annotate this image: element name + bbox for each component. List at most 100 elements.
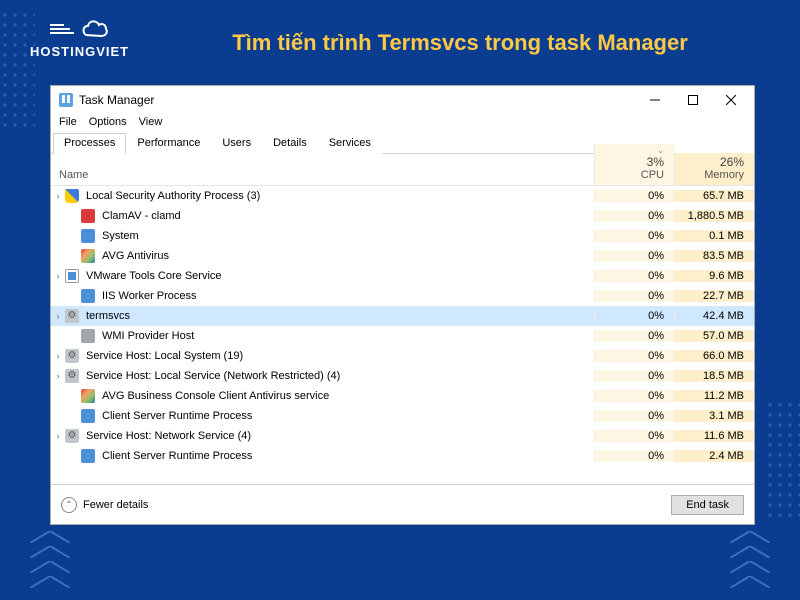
process-memory: 0.1 MB	[674, 230, 754, 242]
close-button[interactable]	[712, 88, 750, 112]
process-cpu: 0%	[594, 270, 674, 282]
decoration-dots	[765, 400, 800, 520]
process-memory: 66.0 MB	[674, 350, 754, 362]
process-cpu: 0%	[594, 310, 674, 322]
expand-icon[interactable]: ›	[51, 311, 65, 321]
expand-icon[interactable]: ›	[51, 371, 65, 381]
process-cpu: 0%	[594, 410, 674, 422]
process-cpu: 0%	[594, 390, 674, 402]
process-icon	[81, 409, 95, 423]
process-memory: 11.6 MB	[674, 430, 754, 442]
process-memory: 2.4 MB	[674, 450, 754, 462]
window-titlebar[interactable]: Task Manager	[51, 86, 754, 114]
end-task-button[interactable]: End task	[671, 495, 744, 515]
process-name: System	[100, 230, 594, 242]
tab-performance[interactable]: Performance	[126, 133, 211, 154]
process-cpu: 0%	[594, 350, 674, 362]
expand-icon[interactable]: ›	[51, 431, 65, 441]
process-row[interactable]: ›Local Security Authority Process (3)0%6…	[51, 186, 754, 206]
sort-indicator-icon: ⌄	[657, 146, 664, 155]
process-list: ›Local Security Authority Process (3)0%6…	[51, 186, 754, 484]
process-cpu: 0%	[594, 230, 674, 242]
process-row[interactable]: Client Server Runtime Process0%3.1 MB	[51, 406, 754, 426]
process-row[interactable]: ClamAV - clamd0%1,880.5 MB	[51, 206, 754, 226]
maximize-button[interactable]	[674, 88, 712, 112]
tab-users[interactable]: Users	[211, 133, 262, 154]
process-memory: 1,880.5 MB	[674, 210, 754, 222]
process-icon	[65, 349, 79, 363]
column-memory[interactable]: 26% Memory	[674, 153, 754, 185]
process-row[interactable]: › Service Host: Local Service (Network Re…	[51, 366, 754, 386]
process-memory: 57.0 MB	[674, 330, 754, 342]
process-name: AVG Antivirus	[100, 250, 594, 262]
process-row[interactable]: WMI Provider Host0%57.0 MB	[51, 326, 754, 346]
tab-services[interactable]: Services	[318, 133, 382, 154]
process-icon	[81, 329, 95, 343]
process-row[interactable]: ›Service Host: Network Service (4)0%11.6…	[51, 426, 754, 446]
process-row[interactable]: › VMware Tools Core Service0%9.6 MB	[51, 266, 754, 286]
process-icon	[65, 309, 79, 323]
process-name: ClamAV - clamd	[100, 210, 594, 222]
brand-name: HOSTINGVIET	[30, 44, 129, 59]
minimize-button[interactable]	[636, 88, 674, 112]
process-cpu: 0%	[594, 210, 674, 222]
process-memory: 18.5 MB	[674, 370, 754, 382]
process-name: AVG Business Console Client Antivirus se…	[100, 390, 594, 402]
process-icon	[81, 449, 95, 463]
expand-icon[interactable]: ›	[51, 351, 65, 361]
process-row[interactable]: Client Server Runtime Process0%2.4 MB	[51, 446, 754, 466]
expand-icon[interactable]: ›	[51, 191, 65, 201]
process-cpu: 0%	[594, 250, 674, 262]
process-icon	[65, 269, 79, 283]
decoration-chevrons	[730, 530, 770, 590]
process-icon	[65, 369, 79, 383]
window-title: Task Manager	[79, 93, 154, 107]
process-cpu: 0%	[594, 290, 674, 302]
tab-processes[interactable]: Processes	[53, 133, 126, 154]
process-name: WMI Provider Host	[100, 330, 594, 342]
process-row[interactable]: AVG Antivirus0%83.5 MB	[51, 246, 754, 266]
page-title: Tìm tiến trình Termsvcs trong task Manag…	[180, 30, 740, 56]
process-name: Service Host: Network Service (4)	[84, 430, 594, 442]
menu-file[interactable]: File	[59, 116, 77, 128]
cloud-icon	[79, 18, 109, 40]
column-cpu[interactable]: ⌄ 3% CPU	[594, 144, 674, 185]
menu-view[interactable]: View	[139, 116, 163, 128]
process-cpu: 0%	[594, 370, 674, 382]
column-headers: Name ⌄ 3% CPU 26% Memory	[51, 154, 754, 186]
process-name: Service Host: Local Service (Network Res…	[84, 370, 594, 382]
tab-details[interactable]: Details	[262, 133, 318, 154]
process-cpu: 0%	[594, 450, 674, 462]
process-name: IIS Worker Process	[100, 290, 594, 302]
process-icon	[65, 429, 79, 443]
process-row[interactable]: ›Service Host: Local System (19)0%66.0 M…	[51, 346, 754, 366]
process-memory: 83.5 MB	[674, 250, 754, 262]
process-name: Client Server Runtime Process	[100, 450, 594, 462]
process-name: Local Security Authority Process (3)	[84, 190, 594, 202]
process-icon	[81, 209, 95, 223]
task-manager-window: Task Manager File Options View Processes…	[50, 85, 755, 525]
decoration-chevrons	[30, 530, 70, 590]
process-cpu: 0%	[594, 330, 674, 342]
process-icon	[81, 289, 95, 303]
process-name: VMware Tools Core Service	[84, 270, 594, 282]
process-name: Client Server Runtime Process	[100, 410, 594, 422]
chevron-up-icon: ⌃	[61, 497, 77, 513]
window-footer: ⌃ Fewer details End task	[51, 484, 754, 524]
process-icon	[81, 389, 95, 403]
process-name: termsvcs	[84, 310, 594, 322]
process-row[interactable]: AVG Business Console Client Antivirus se…	[51, 386, 754, 406]
process-memory: 42.4 MB	[674, 310, 754, 322]
process-row[interactable]: System0%0.1 MB	[51, 226, 754, 246]
process-icon	[81, 249, 95, 263]
fewer-details-button[interactable]: ⌃ Fewer details	[61, 497, 148, 513]
process-memory: 11.2 MB	[674, 390, 754, 402]
expand-icon[interactable]: ›	[51, 271, 65, 281]
menu-options[interactable]: Options	[89, 116, 127, 128]
process-memory: 22.7 MB	[674, 290, 754, 302]
column-name[interactable]: Name	[51, 165, 594, 185]
process-memory: 3.1 MB	[674, 410, 754, 422]
process-row[interactable]: › termsvcs0%42.4 MB	[51, 306, 754, 326]
process-row[interactable]: IIS Worker Process0%22.7 MB	[51, 286, 754, 306]
process-memory: 9.6 MB	[674, 270, 754, 282]
